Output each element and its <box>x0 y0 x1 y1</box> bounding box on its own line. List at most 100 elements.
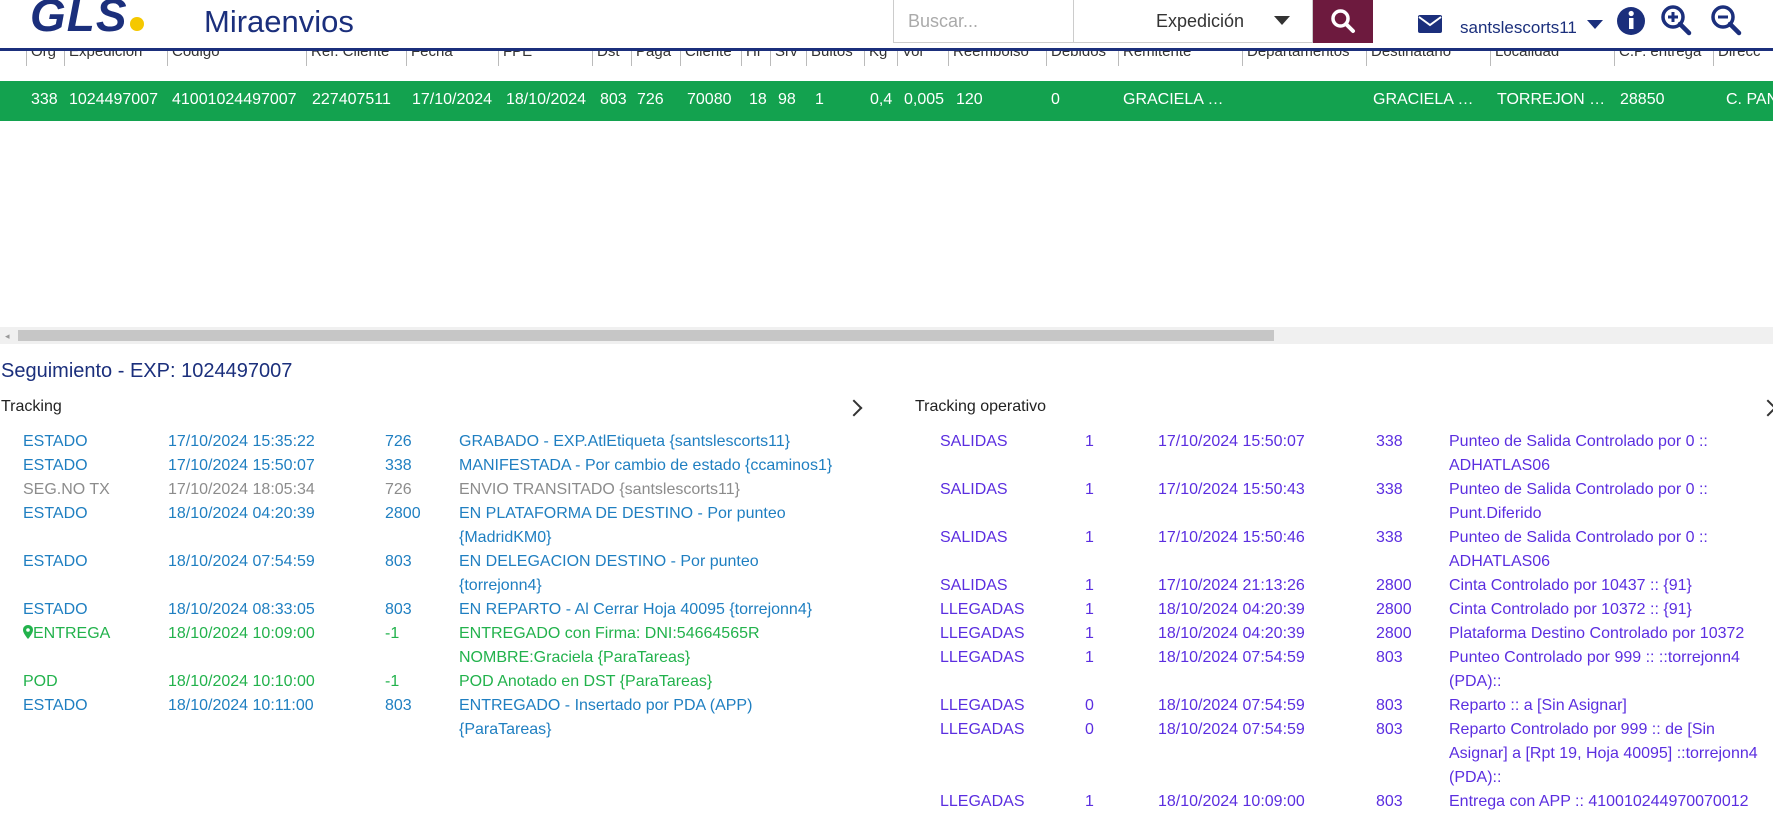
col-header[interactable]: Departamentos <box>1242 51 1350 66</box>
col-header[interactable]: C.P. entrega <box>1614 51 1701 66</box>
operativo-descripcion: Reparto Controlado por 999 :: de [Sin <box>1449 721 1715 738</box>
horizontal-scrollbar[interactable]: ◂ <box>0 327 1773 344</box>
operativo-descripcion: Punteo de Salida Controlado por 0 :: <box>1449 529 1708 546</box>
cell-reembolso: 120 <box>956 91 983 108</box>
tracking-estado-label: ESTADO <box>23 505 88 522</box>
search-type-select[interactable]: Expedición <box>1073 0 1313 43</box>
tracking-fecha: 18/10/2024 10:11:00 <box>168 697 314 714</box>
cell-paga: 726 <box>637 91 664 108</box>
tracking-estado-label: ESTADO <box>23 697 88 714</box>
chevron-down-icon <box>1274 16 1290 25</box>
user-menu-caret-icon[interactable] <box>1587 20 1603 29</box>
logo-text: GLS <box>30 0 128 41</box>
tracking-codigo: -1 <box>385 673 400 690</box>
col-header[interactable]: Reembolso <box>948 51 1029 66</box>
col-header[interactable]: Org <box>26 51 56 66</box>
tracking-fecha: 18/10/2024 08:33:05 <box>168 601 315 618</box>
col-header[interactable]: Srv <box>770 51 798 66</box>
tracking-estado-label: SEG.NO TX <box>23 481 110 498</box>
scrollbar-thumb[interactable] <box>18 330 1274 341</box>
col-header[interactable]: Vol <box>897 51 923 66</box>
operativo-descripcion: (PDA):: <box>1449 673 1502 690</box>
col-header[interactable]: Kg <box>864 51 887 66</box>
col-header[interactable]: Direcc <box>1713 51 1761 66</box>
search-button[interactable] <box>1313 0 1373 43</box>
tracking-descripcion: EN REPARTO - Al Cerrar Hoja 40095 {torre… <box>459 601 813 618</box>
tracking-estado: ENTREGA <box>23 622 110 646</box>
tracking-codigo: 2800 <box>385 505 421 522</box>
operativo-cantidad: 1 <box>1085 625 1094 642</box>
tracking-title: Seguimiento - EXP: 1024497007 <box>1 360 293 382</box>
tracking-fecha: 17/10/2024 15:50:07 <box>168 457 315 474</box>
search-input[interactable]: Buscar... <box>893 0 1074 43</box>
user-menu-name[interactable]: santslescorts11 <box>1460 18 1577 38</box>
chevron-right-icon[interactable] <box>1759 399 1773 417</box>
chevron-right-icon[interactable] <box>845 399 863 417</box>
operativo-descripcion: Cinta Controlado por 10372 :: {91} <box>1449 601 1692 618</box>
operativo-descripcion: Punteo Controlado por 999 :: ::torrejonn… <box>1449 649 1740 666</box>
tracking-codigo: -1 <box>385 625 400 642</box>
operativo-codigo: 803 <box>1376 649 1403 666</box>
tracking-codigo: 726 <box>385 433 412 450</box>
col-header[interactable]: Ref. Cliente <box>306 51 389 66</box>
tracking-codigo: 726 <box>385 481 412 498</box>
operativo-tipo: LLEGADAS <box>940 721 1025 738</box>
tracking-codigo: 803 <box>385 553 412 570</box>
cell-srv: 98 <box>778 91 796 108</box>
tracking-fecha: 18/10/2024 10:09:00 <box>168 625 315 642</box>
cell-kg: 0,4 <box>870 91 893 108</box>
operativo-fecha: 17/10/2024 21:13:26 <box>1158 577 1305 594</box>
tracking-descripcion: EN PLATAFORMA DE DESTINO - Por punteo <box>459 505 786 522</box>
tracking-estado-label: ESTADO <box>23 433 88 450</box>
cell-dst: 803 <box>600 91 627 108</box>
operativo-cantidad: 0 <box>1085 697 1094 714</box>
tracking-estado-label: ESTADO <box>23 457 88 474</box>
tracking-descripcion: NOMBRE:Graciela {ParaTareas} <box>459 649 691 666</box>
tracking-descripcion: EN DELEGACION DESTINO - Por punteo <box>459 553 759 570</box>
tracking-estado-label: ESTADO <box>23 553 88 570</box>
col-header[interactable]: Fecha <box>406 51 453 66</box>
cell-localidad: TORREJON … <box>1497 91 1606 108</box>
scroll-left-arrow-icon[interactable]: ◂ <box>5 331 10 342</box>
col-header[interactable]: Hr <box>741 51 762 66</box>
col-header[interactable]: Bultos <box>806 51 853 66</box>
col-header[interactable]: Código <box>167 51 220 66</box>
operativo-cantidad: 1 <box>1085 577 1094 594</box>
zoom-in-icon[interactable] <box>1660 4 1692 36</box>
tracking-descripcion: MANIFESTADA - Por cambio de estado {ccam… <box>459 457 833 474</box>
operativo-descripcion: Punteo de Salida Controlado por 0 :: <box>1449 433 1708 450</box>
tracking-estado: ESTADO <box>23 502 88 526</box>
cell-hr: 18 <box>749 91 767 108</box>
operativo-descripcion: Reparto :: a [Sin Asignar] <box>1449 697 1627 714</box>
col-header[interactable]: FPE <box>498 51 532 66</box>
cell-direccion: C. PAN <box>1726 91 1773 108</box>
app-title: Miraenvios <box>204 4 354 39</box>
tracking-fecha: 18/10/2024 07:54:59 <box>168 553 315 570</box>
info-icon[interactable] <box>1616 4 1646 38</box>
operativo-tipo: SALIDAS <box>940 577 1008 594</box>
col-header[interactable]: Debidos <box>1046 51 1106 66</box>
tracking-codigo: 338 <box>385 457 412 474</box>
col-header[interactable]: Destinatario <box>1366 51 1451 66</box>
tracking-estado: ESTADO <box>23 430 88 454</box>
table-row[interactable]: 338 1024497007 41001024497007 227407511 … <box>0 81 1773 121</box>
zoom-out-icon[interactable] <box>1710 4 1742 36</box>
cell-bultos: 1 <box>815 91 824 108</box>
gls-logo[interactable]: GLS <box>30 0 144 42</box>
cell-codigo: 41001024497007 <box>172 91 297 108</box>
col-header[interactable]: Remitente <box>1118 51 1191 66</box>
tracking-descripcion: {ParaTareas} <box>459 721 552 738</box>
operativo-descripcion: Cinta Controlado por 10437 :: {91} <box>1449 577 1692 594</box>
cell-fpe: 18/10/2024 <box>506 91 587 108</box>
col-header[interactable]: Expedición <box>64 51 142 66</box>
col-header[interactable]: Paga <box>631 51 671 66</box>
tracking-codigo: 803 <box>385 601 412 618</box>
tracking-fecha: 17/10/2024 15:35:22 <box>168 433 315 450</box>
col-header[interactable]: Cliente <box>680 51 732 66</box>
col-header[interactable]: Localidad <box>1490 51 1559 66</box>
mail-icon[interactable] <box>1417 14 1443 34</box>
col-header[interactable]: Dst <box>592 51 620 66</box>
operativo-fecha: 18/10/2024 07:54:59 <box>1158 721 1305 738</box>
cell-fecha: 17/10/2024 <box>412 91 493 108</box>
operativo-tipo: LLEGADAS <box>940 601 1025 618</box>
